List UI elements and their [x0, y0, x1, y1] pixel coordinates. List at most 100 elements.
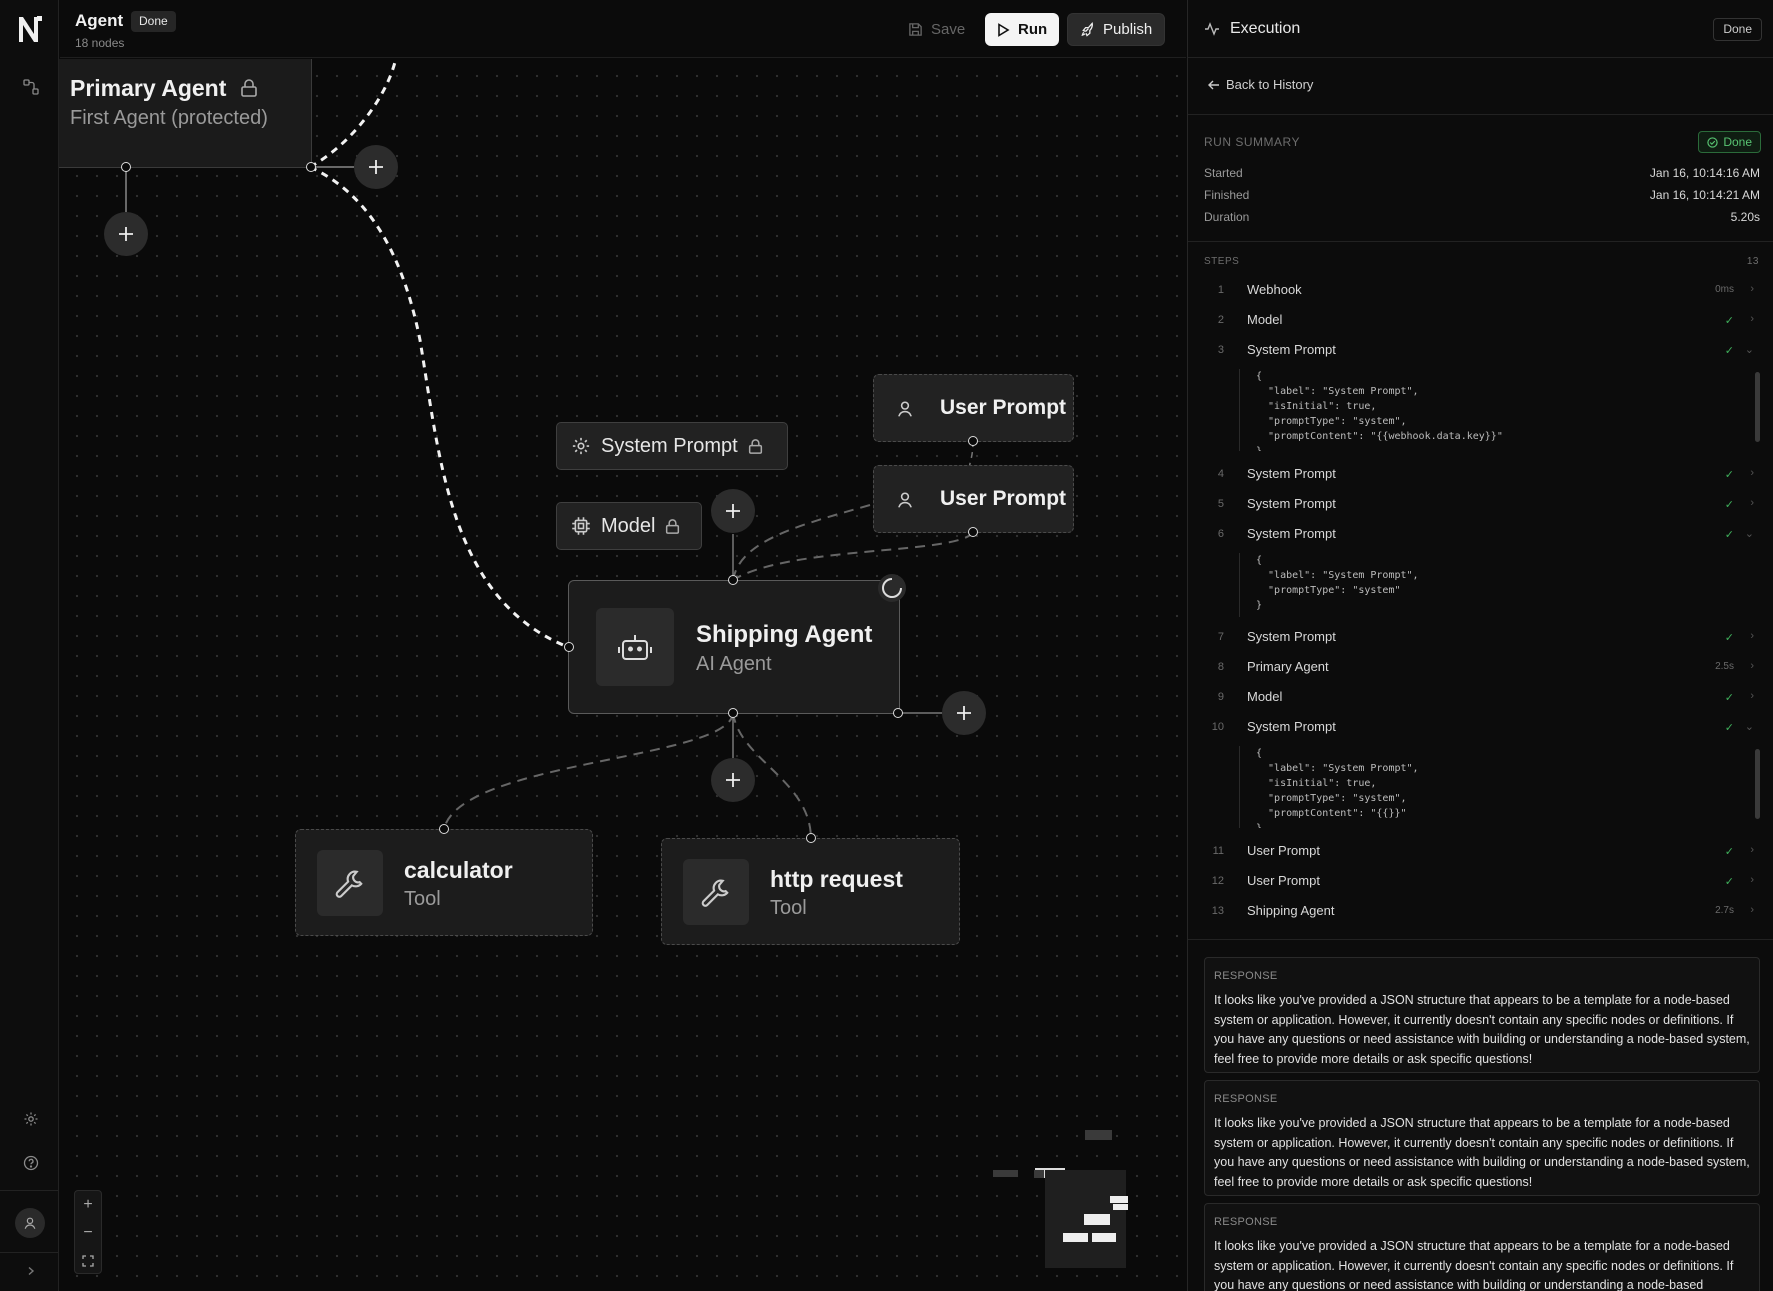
chevron-down-icon: ⌄	[1744, 721, 1754, 733]
check-circle-icon	[1707, 136, 1718, 148]
system-prompt-node[interactable]: System Prompt	[556, 422, 788, 470]
finished-row: Finished Jan 16, 10:14:21 AM	[1204, 188, 1760, 202]
workflow-icon[interactable]	[20, 76, 42, 98]
lock-icon	[748, 438, 762, 454]
minimap[interactable]	[990, 1120, 1136, 1270]
step-label: System Prompt	[1247, 342, 1336, 357]
step-row[interactable]: 3 System Prompt ✓ ⌄	[1204, 341, 1760, 363]
step-row[interactable]: 9 Model ✓ ›	[1204, 688, 1760, 710]
user-icon	[898, 492, 912, 508]
step-row[interactable]: 11 User Prompt ✓ ›	[1204, 842, 1760, 864]
response-label: RESPONSE	[1214, 1216, 1278, 1228]
primary-agent-node[interactable]: Primary Agent First Agent (protected)	[59, 59, 312, 168]
shipping-agent-right-handle[interactable]	[893, 708, 903, 718]
step-row[interactable]: 5 System Prompt ✓ ›	[1204, 495, 1760, 517]
step-label: User Prompt	[1247, 873, 1320, 888]
shipping-agent-left-handle[interactable]	[564, 642, 574, 652]
save-button[interactable]: Save	[896, 13, 977, 46]
user-prompt-node[interactable]: User Prompt	[873, 374, 1074, 442]
step-num: 2	[1217, 314, 1224, 326]
shipping-agent-node[interactable]: Shipping Agent AI Agent	[568, 580, 900, 714]
duration-value: 5.20s	[1730, 210, 1760, 224]
http-request-tool-node[interactable]: http request Tool	[661, 838, 960, 945]
run-button[interactable]: Run	[985, 13, 1060, 46]
http-request-handle[interactable]	[806, 833, 816, 843]
back-to-history-link[interactable]: Back to History	[1208, 77, 1313, 92]
plus-icon	[119, 227, 133, 241]
calculator-title: calculator	[404, 857, 513, 883]
step-row[interactable]: 2 Model ✓ ›	[1204, 311, 1760, 333]
activity-icon	[1205, 22, 1219, 36]
top-toolbar: Agent Done 18 nodes Save Run Publish	[60, 0, 1186, 58]
step-row[interactable]: 8 Primary Agent 2.5s ›	[1204, 658, 1760, 680]
publish-button[interactable]: Publish	[1067, 13, 1166, 46]
calculator-tool-node[interactable]: calculator Tool	[295, 829, 593, 936]
add-node-button[interactable]	[711, 489, 755, 533]
step-row[interactable]: 12 User Prompt ✓ ›	[1204, 872, 1760, 894]
add-node-button[interactable]	[942, 691, 986, 735]
app-logo-icon[interactable]	[16, 14, 44, 44]
shipping-agent-top-handle[interactable]	[728, 575, 738, 585]
zoom-out-icon[interactable]: −	[75, 1219, 101, 1247]
expand-sidebar-icon[interactable]	[20, 1260, 42, 1282]
step-num: 3	[1217, 344, 1224, 356]
fit-view-icon[interactable]	[75, 1247, 101, 1275]
user-prompt-label: User Prompt	[940, 487, 1067, 510]
check-icon: ✓	[1724, 345, 1734, 357]
add-node-button[interactable]	[104, 212, 148, 256]
model-label: Model	[601, 514, 656, 537]
response-label: RESPONSE	[1214, 1093, 1278, 1105]
left-rail	[0, 0, 59, 1291]
primary-agent-title: Primary Agent	[70, 75, 227, 101]
step-row[interactable]: 6 System Prompt ✓ ⌄	[1204, 525, 1760, 547]
check-icon: ✓	[1724, 846, 1734, 858]
code-scrollbar[interactable]	[1755, 749, 1760, 819]
settings-icon[interactable]	[20, 1108, 42, 1130]
run-label: Run	[1018, 21, 1048, 38]
duration-row: Duration 5.20s	[1204, 210, 1760, 224]
step-label: System Prompt	[1247, 496, 1336, 511]
step-row[interactable]: 7 System Prompt ✓ ›	[1204, 628, 1760, 650]
user-prompt-handle[interactable]	[968, 527, 978, 537]
publish-label: Publish	[1103, 21, 1153, 38]
chevron-down-icon: ⌄	[1744, 528, 1754, 540]
response-label: RESPONSE	[1214, 970, 1278, 982]
step-row[interactable]: 4 System Prompt ✓ ›	[1204, 465, 1760, 487]
step-num: 10	[1211, 721, 1224, 733]
started-row: Started Jan 16, 10:14:16 AM	[1204, 166, 1760, 180]
primary-agent-bottom-handle[interactable]	[121, 162, 131, 172]
help-icon[interactable]	[20, 1152, 42, 1174]
add-node-button[interactable]	[354, 145, 398, 189]
spinner-icon	[878, 574, 906, 602]
step-row[interactable]: 13 Shipping Agent 2.7s ›	[1204, 902, 1760, 924]
step-row[interactable]: 1 Webhook 0ms ›	[1204, 281, 1760, 303]
check-icon: ✓	[1724, 632, 1734, 644]
response-card: RESPONSE It looks like you've provided a…	[1204, 1080, 1760, 1196]
model-node[interactable]: Model	[556, 502, 702, 550]
panel-done-button[interactable]: Done	[1713, 18, 1762, 41]
step-duration: 2.5s	[1715, 661, 1734, 672]
user-prompt-node[interactable]: User Prompt	[873, 465, 1074, 533]
step-num: 13	[1211, 905, 1224, 917]
chevron-right-icon: ›	[1750, 904, 1754, 916]
shipping-agent-bottom-handle[interactable]	[728, 708, 738, 718]
chip-icon	[572, 517, 590, 535]
save-label: Save	[931, 21, 966, 38]
primary-agent-right-handle[interactable]	[306, 162, 316, 172]
response-text: It looks like you've provided a JSON str…	[1214, 993, 1750, 1066]
http-request-title: http request	[770, 866, 903, 892]
code-scrollbar[interactable]	[1755, 372, 1760, 442]
robot-icon	[596, 608, 674, 686]
add-node-button[interactable]	[711, 758, 755, 802]
zoom-in-icon[interactable]: +	[75, 1191, 101, 1219]
step-row[interactable]: 10 System Prompt ✓ ⌄	[1204, 718, 1760, 740]
run-summary-label: RUN SUMMARY	[1204, 135, 1300, 149]
node-count: 18 nodes	[75, 36, 125, 50]
user-prompt-handle[interactable]	[968, 436, 978, 446]
chevron-right-icon: ›	[1750, 660, 1754, 672]
step-label: System Prompt	[1247, 526, 1336, 541]
user-avatar[interactable]	[15, 1208, 45, 1238]
response-text: It looks like you've provided a JSON str…	[1214, 1239, 1734, 1291]
calculator-handle[interactable]	[439, 824, 449, 834]
started-value: Jan 16, 10:14:16 AM	[1649, 166, 1760, 180]
